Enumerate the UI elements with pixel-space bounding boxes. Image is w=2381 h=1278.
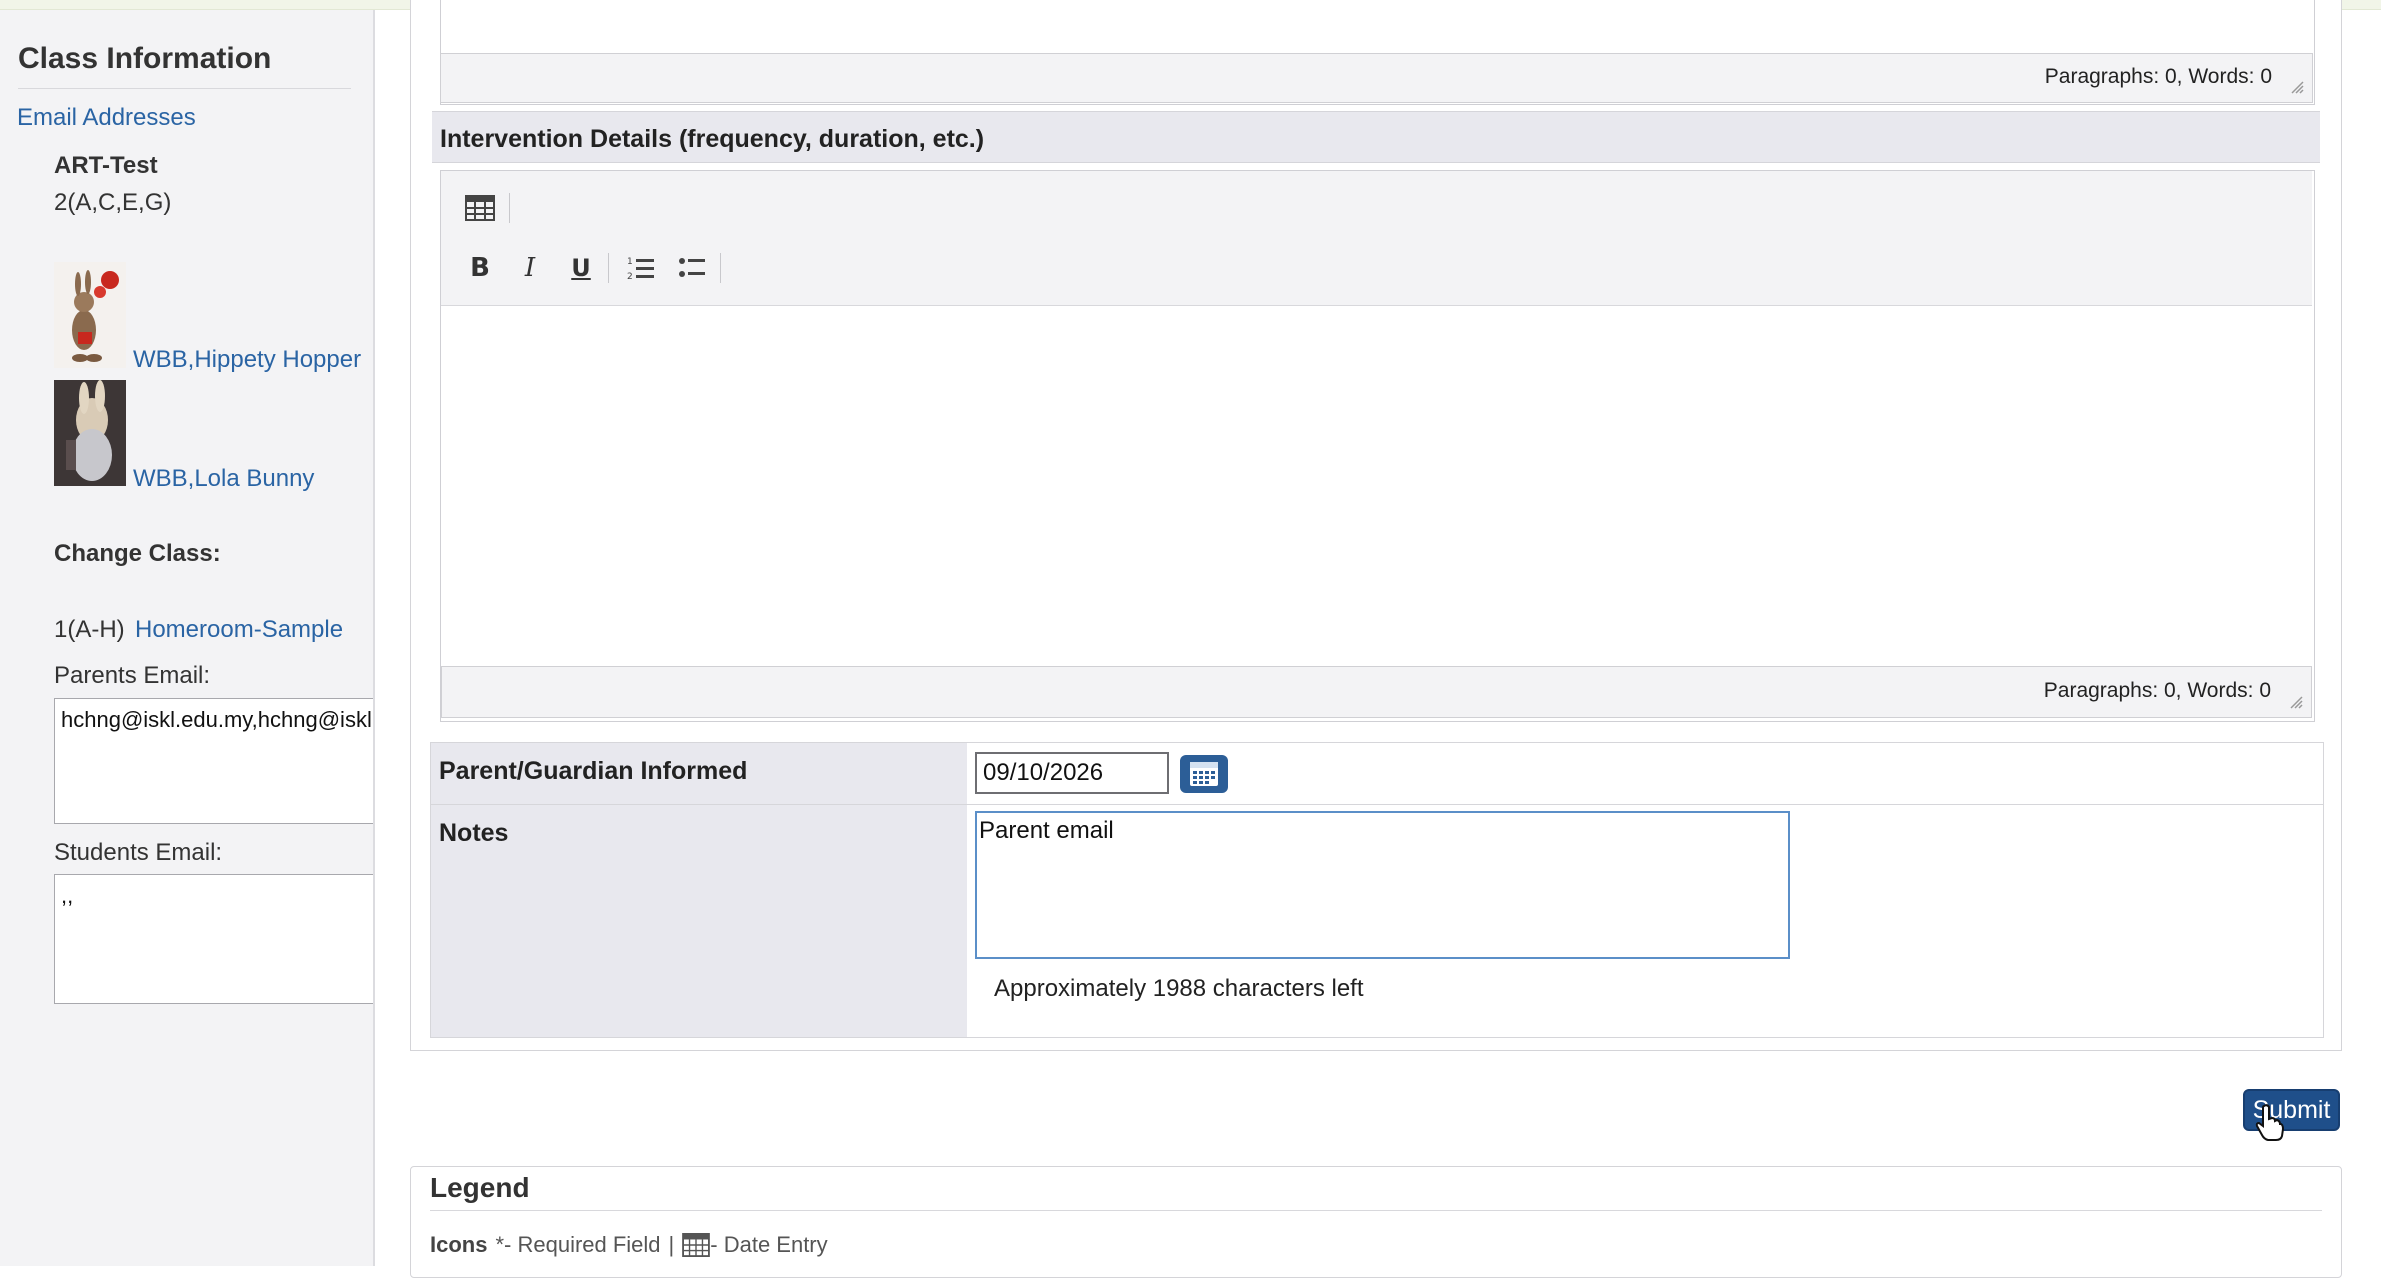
legend-row: Icons *- Required Field | - Date Entry bbox=[430, 1232, 828, 1258]
legend-separator: | bbox=[668, 1232, 675, 1257]
student-link[interactable]: WBB,Lola Bunny bbox=[133, 465, 314, 493]
class-name: ART-Test bbox=[54, 152, 158, 179]
change-class-label: Change Class: bbox=[54, 540, 221, 567]
class-info-sidebar: Class Information Email Addresses ART-Te… bbox=[0, 10, 375, 1266]
toolbar-separator bbox=[720, 253, 721, 283]
parent-informed-date-input[interactable] bbox=[975, 752, 1169, 794]
editor-top-status: Paragraphs: 0, Words: 0 bbox=[440, 53, 2313, 103]
toolbar-separator bbox=[608, 253, 609, 283]
italic-button[interactable]: I bbox=[510, 248, 550, 288]
underline-button[interactable]: U bbox=[561, 248, 601, 288]
bold-button[interactable]: B bbox=[460, 248, 500, 288]
legend-date-entry: - Date Entry bbox=[710, 1232, 828, 1257]
class-period: 2(A,C,E,G) bbox=[54, 189, 172, 216]
legend-title: Legend bbox=[430, 1172, 530, 1203]
hand-cursor-icon bbox=[2255, 1104, 2284, 1141]
intervention-word-count: Paragraphs: 0, Words: 0 bbox=[2043, 679, 2271, 702]
row-divider bbox=[967, 804, 2323, 805]
sidebar-title: Class Information bbox=[18, 42, 272, 75]
characters-left: Approximately 1988 characters left bbox=[994, 975, 1364, 1002]
legend-icons-label: Icons bbox=[430, 1232, 488, 1257]
bullet-list-icon[interactable] bbox=[672, 248, 712, 288]
email-addresses-link[interactable]: Email Addresses bbox=[17, 104, 196, 132]
editor-top-word-count: Paragraphs: 0, Words: 0 bbox=[2044, 65, 2272, 88]
calendar-icon bbox=[1190, 762, 1218, 786]
calendar-icon bbox=[682, 1233, 711, 1257]
intervention-header: Intervention Details (frequency, duratio… bbox=[432, 111, 2320, 163]
other-class-period: 1(A-H) bbox=[54, 616, 125, 643]
student-link[interactable]: WBB,Hippety Hopper bbox=[133, 346, 361, 374]
editor-toolbar bbox=[441, 171, 2312, 306]
notes-textarea[interactable]: Parent email bbox=[975, 811, 1790, 959]
parents-email-label: Parents Email: bbox=[54, 662, 211, 689]
student-avatar bbox=[54, 380, 126, 486]
sidebar-divider bbox=[18, 88, 351, 89]
students-email-label: Students Email: bbox=[54, 839, 223, 866]
parent-informed-label: Parent/Guardian Informed bbox=[431, 743, 967, 805]
ordered-list-icon[interactable]: 12 bbox=[621, 248, 661, 288]
table-icon[interactable] bbox=[460, 188, 500, 228]
resize-grip-icon[interactable] bbox=[2289, 695, 2303, 709]
other-class-link[interactable]: Homeroom-Sample bbox=[135, 616, 343, 644]
calendar-button[interactable] bbox=[1180, 755, 1228, 793]
svg-text:1: 1 bbox=[627, 257, 633, 267]
notes-label: Notes bbox=[431, 805, 967, 1037]
intervention-status-bar: Paragraphs: 0, Words: 0 bbox=[441, 666, 2312, 718]
resize-grip-icon[interactable] bbox=[2290, 80, 2304, 94]
legend-box bbox=[410, 1166, 2342, 1278]
legend-required: *- Required Field bbox=[495, 1232, 661, 1257]
student-avatar bbox=[54, 262, 126, 368]
students-email-field[interactable]: ,, bbox=[54, 874, 373, 1004]
parents-email-field[interactable]: hchng@iskl.edu.my,hchng@iskl.edu.my,,, bbox=[54, 698, 373, 824]
toolbar-separator bbox=[509, 193, 510, 223]
svg-text:2: 2 bbox=[627, 272, 633, 281]
legend-divider bbox=[430, 1210, 2322, 1211]
